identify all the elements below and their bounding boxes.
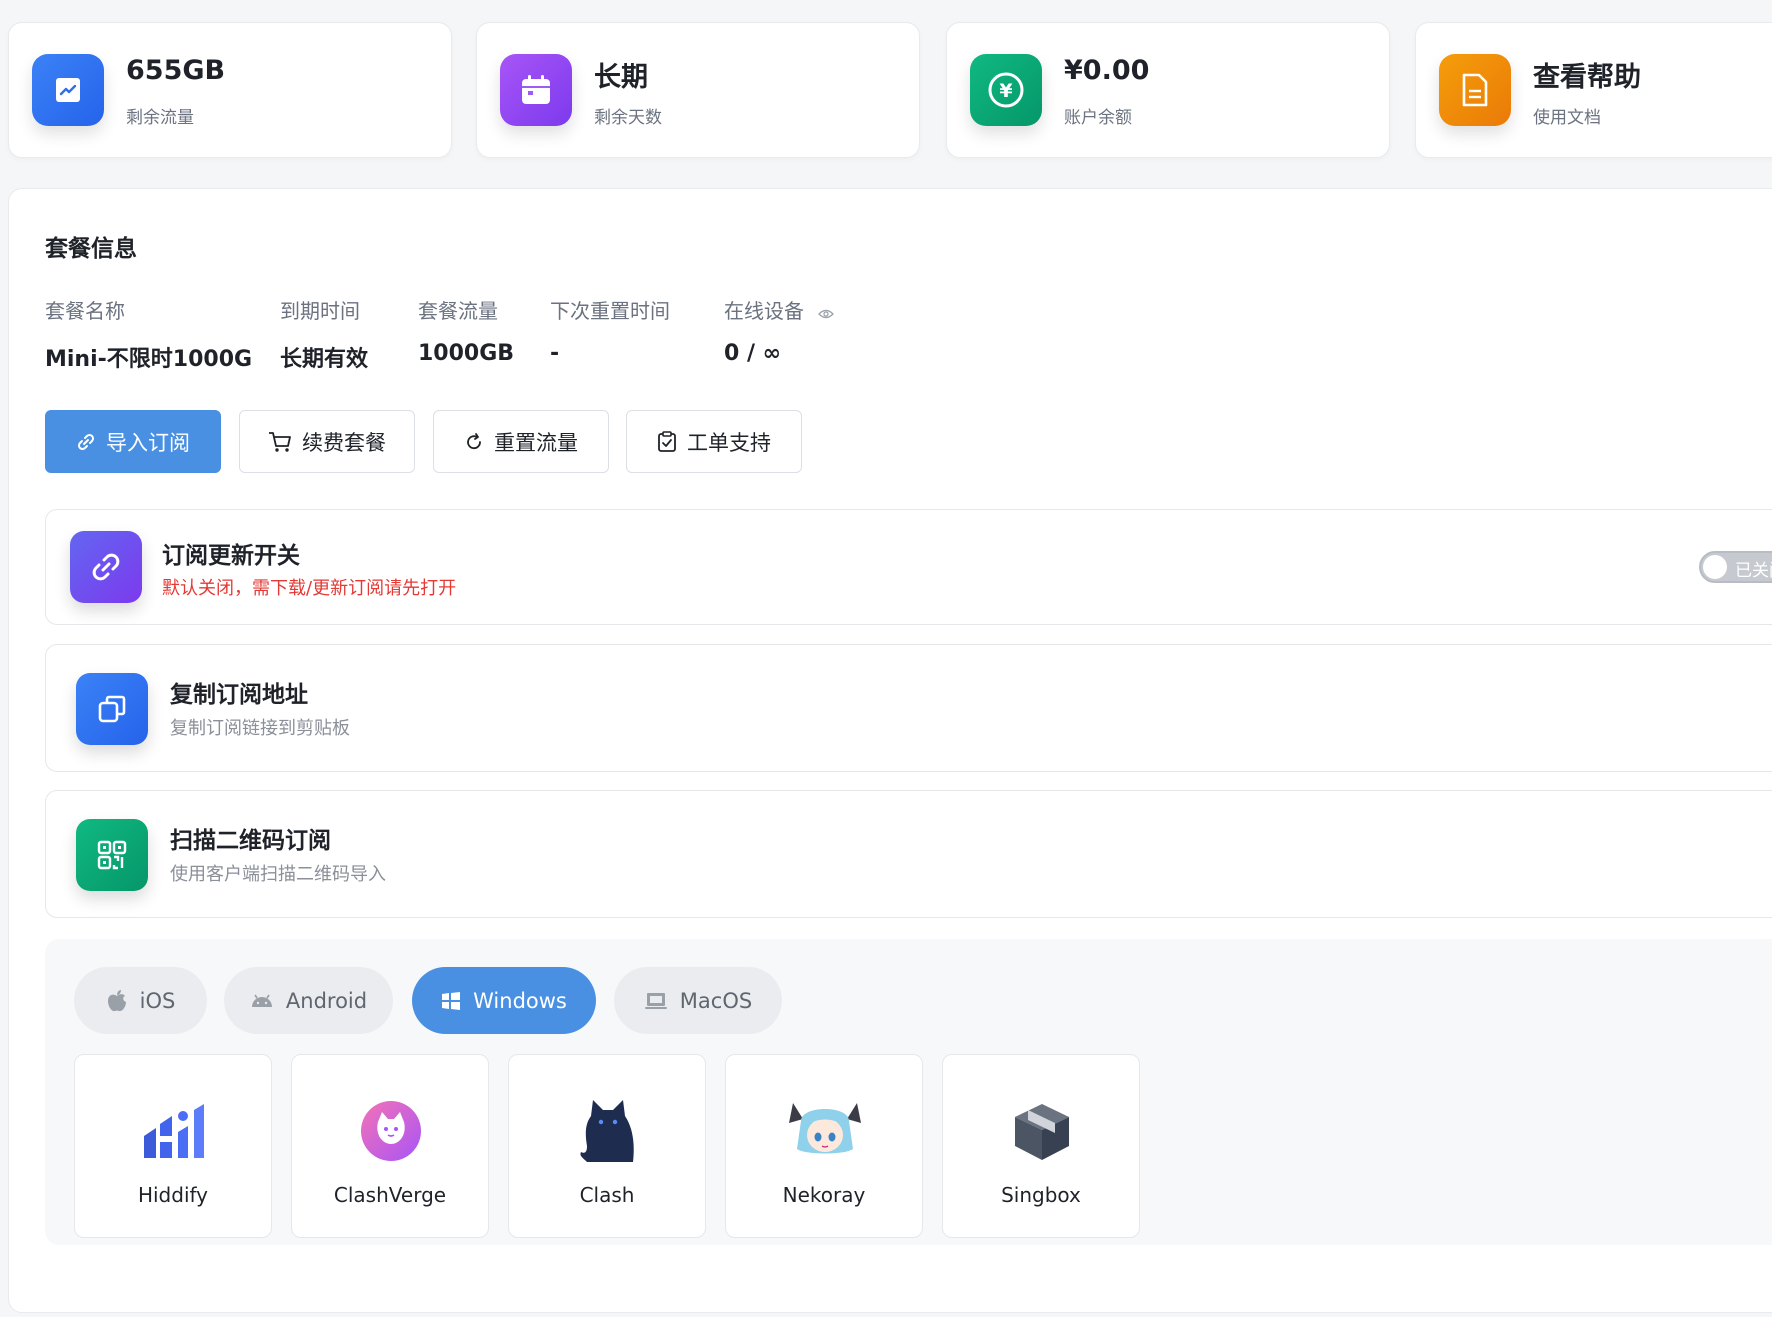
qr-code-icon	[76, 819, 148, 891]
plan-name-value: Mini-不限时1000G	[45, 347, 253, 372]
plan-name-label: 套餐名称	[45, 299, 125, 323]
android-icon	[251, 994, 272, 1007]
tab-windows[interactable]: Windows	[412, 967, 596, 1034]
clashverge-icon	[351, 1091, 431, 1171]
singbox-box-icon	[1002, 1091, 1082, 1171]
stat-label: 剩余天数	[594, 108, 662, 128]
yen-coin-icon: ¥	[970, 54, 1042, 126]
reset-value: -	[550, 341, 560, 366]
dashboard: 655GB 剩余流量 长期 剩余天数 ¥ ¥0.00 账户余额 查看帮助 使用文…	[0, 0, 1772, 1317]
stat-label: 剩余流量	[126, 108, 194, 128]
copy-title: 复制订阅地址	[170, 682, 308, 708]
svg-text:¥: ¥	[999, 80, 1012, 102]
toggle-knob	[1703, 555, 1727, 579]
eye-icon[interactable]	[818, 301, 835, 325]
stat-card-balance: ¥ ¥0.00 账户余额	[946, 22, 1390, 158]
nekoray-anime-icon	[785, 1091, 865, 1171]
app-name: Hiddify	[137, 1183, 209, 1207]
devices-value: 0 / ∞	[724, 341, 781, 366]
app-name: Singbox	[1001, 1183, 1081, 1207]
hiddify-icon	[134, 1091, 214, 1171]
stat-label: 使用文档	[1533, 108, 1601, 128]
reset-label: 重置流量	[494, 430, 578, 455]
reset-label: 下次重置时间	[550, 299, 670, 323]
devices-label-text: 在线设备	[724, 299, 804, 323]
stat-value: 长期	[594, 62, 648, 93]
toggle-label: 已关闭	[1735, 561, 1772, 581]
stat-card-traffic: 655GB 剩余流量	[8, 22, 452, 158]
stat-card-help[interactable]: 查看帮助 使用文档	[1415, 22, 1772, 158]
subscription-update-switch-card: 订阅更新开关 默认关闭，需下载/更新订阅请先打开 已关闭	[45, 509, 1772, 625]
traffic-value: 1000GB	[418, 341, 515, 366]
document-icon	[1439, 54, 1511, 126]
app-card-clash[interactable]: Clash	[508, 1054, 706, 1238]
app-name: ClashVerge	[333, 1183, 447, 1207]
link-icon	[70, 531, 142, 603]
stat-card-days: 长期 剩余天数	[476, 22, 920, 158]
link-icon	[77, 433, 95, 450]
qr-subscription-card[interactable]: 扫描二维码订阅 使用客户端扫描二维码导入	[45, 790, 1772, 918]
update-toggle[interactable]: 已关闭	[1699, 551, 1772, 583]
trend-chart-icon	[32, 54, 104, 126]
stats-row: 655GB 剩余流量 长期 剩余天数 ¥ ¥0.00 账户余额 查看帮助 使用文…	[8, 22, 1772, 158]
qr-desc: 使用客户端扫描二维码导入	[170, 864, 386, 885]
reset-traffic-button[interactable]: 重置流量	[433, 410, 609, 473]
import-label: 导入订阅	[106, 430, 190, 455]
app-name: Clash	[579, 1183, 635, 1207]
tab-macos[interactable]: MacOS	[614, 967, 782, 1034]
qr-title: 扫描二维码订阅	[170, 828, 331, 854]
client-downloads: iOS Android Windows MacOS Hiddify ClashV…	[45, 939, 1772, 1245]
app-card-hiddify[interactable]: Hiddify	[74, 1054, 272, 1238]
section-title: 套餐信息	[45, 236, 137, 262]
ticket-support-button[interactable]: 工单支持	[626, 410, 802, 473]
app-card-nekoray[interactable]: Nekoray	[725, 1054, 923, 1238]
app-card-singbox[interactable]: Singbox	[942, 1054, 1140, 1238]
traffic-label: 套餐流量	[418, 299, 498, 323]
stat-value: 查看帮助	[1533, 62, 1641, 93]
refresh-icon	[467, 432, 481, 449]
expire-label: 到期时间	[280, 299, 360, 323]
stat-value: ¥0.00	[1064, 55, 1150, 86]
devices-label: 在线设备	[724, 295, 835, 325]
import-subscription-button[interactable]: 导入订阅	[45, 410, 221, 473]
laptop-icon	[644, 992, 667, 1009]
renew-plan-button[interactable]: 续费套餐	[239, 410, 415, 473]
clipboard-check-icon	[658, 430, 676, 452]
tab-ios[interactable]: iOS	[74, 967, 207, 1034]
copy-subscription-card[interactable]: 复制订阅地址 复制订阅链接到剪贴板	[45, 644, 1772, 772]
ticket-label: 工单支持	[687, 430, 771, 455]
stat-value: 655GB	[126, 55, 226, 86]
apple-icon	[107, 989, 126, 1011]
copy-icon	[76, 673, 148, 745]
expire-value: 长期有效	[280, 347, 369, 372]
tab-android[interactable]: Android	[224, 967, 393, 1034]
update-switch-title: 订阅更新开关	[162, 543, 300, 569]
calendar-icon	[500, 54, 572, 126]
tab-label: Windows	[473, 988, 567, 1013]
windows-icon	[442, 991, 461, 1010]
app-name: Nekoray	[782, 1183, 866, 1207]
update-switch-desc: 默认关闭，需下载/更新订阅请先打开	[162, 578, 457, 599]
app-card-clashverge[interactable]: ClashVerge	[291, 1054, 489, 1238]
tab-label: iOS	[139, 988, 176, 1013]
plan-panel: 套餐信息 套餐名称 到期时间 套餐流量 下次重置时间 在线设备 Mini-不限时…	[8, 188, 1772, 1313]
stat-label: 账户余额	[1064, 108, 1132, 128]
cart-icon	[269, 431, 291, 452]
tab-label: Android	[285, 988, 368, 1013]
tab-label: MacOS	[679, 988, 753, 1013]
clash-cat-icon	[568, 1091, 648, 1171]
copy-desc: 复制订阅链接到剪贴板	[170, 718, 350, 739]
renew-label: 续费套餐	[302, 430, 386, 455]
